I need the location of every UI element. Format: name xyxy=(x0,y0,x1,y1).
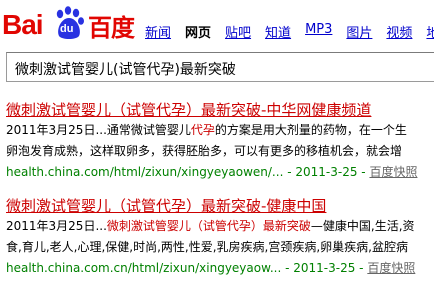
snippet-text: 2011年3月25日... xyxy=(6,219,107,233)
separator: - xyxy=(281,261,294,275)
nav-item-zhidao[interactable]: 知道 xyxy=(265,22,291,41)
result-title-highlight: 微刺激试管婴儿（试管代孕）最新突破 xyxy=(6,101,262,119)
search-input[interactable]: 微刺激试管婴儿(试管代孕)最新突破 xyxy=(6,52,434,82)
search-result: 微刺激试管婴儿（试管代孕）最新突破-中华网健康频道 2011年3月25日...通… xyxy=(6,100,434,183)
nav-item-web[interactable]: 网页 xyxy=(185,22,211,41)
logo-text-cn: 百度 xyxy=(88,14,135,42)
nav-item-map[interactable]: 地 xyxy=(426,22,434,41)
search-input-value: 微刺激试管婴儿(试管代孕)最新突破 xyxy=(15,62,236,78)
baidu-logo[interactable]: Bai du 百度 xyxy=(2,6,135,42)
result-url-line: health.china.com/html/zixun/xingyeyaowen… xyxy=(6,162,434,183)
separator: - xyxy=(283,165,296,179)
nav-item-video[interactable]: 视频 xyxy=(386,22,412,41)
top-nav: 新闻 网页 贴吧 知道 MP3 图片 视频 地 xyxy=(145,22,434,41)
separator: - xyxy=(355,261,368,275)
result-title-highlight: 微刺激试管婴儿（试管代孕）最新突破 xyxy=(6,197,262,215)
result-url-line: health.china.com.cn/html/zixun/xingyeyao… xyxy=(6,258,434,279)
search-result: 微刺激试管婴儿（试管代孕）最新突破-健康中国 2011年3月25日...微刺激试… xyxy=(6,196,434,279)
cache-link[interactable]: 百度快照 xyxy=(367,261,415,275)
result-title-link[interactable]: 微刺激试管婴儿（试管代孕）最新突破-中华网健康频道 xyxy=(6,100,434,120)
cache-link[interactable]: 百度快照 xyxy=(369,165,417,179)
result-snippet-line: 卵泡发育成熟，这样取卵多，获得胚胎多，可以有更多的移植机会，就会增 xyxy=(6,144,403,158)
nav-item-images[interactable]: 图片 xyxy=(346,22,372,41)
nav-item-tieba[interactable]: 贴吧 xyxy=(225,22,251,41)
snippet-text: —健康中国,生活,资 xyxy=(310,219,415,233)
logo-text-du: du xyxy=(60,23,74,35)
snippet-text: 的方案是用大剂量的药物，在一个生 xyxy=(214,123,407,137)
result-date: 2011-3-25 xyxy=(295,165,358,179)
result-snippet-line: 2011年3月25日...通常微试管婴儿代孕的方案是用大剂量的药物，在一个生 xyxy=(6,120,434,141)
nav-item-mp3[interactable]: MP3 xyxy=(305,22,332,41)
logo-text-bai: Bai xyxy=(2,9,44,40)
nav-item-news[interactable]: 新闻 xyxy=(145,22,171,41)
result-url: health.china.com.cn/html/zixun/xingyeyao… xyxy=(6,261,282,275)
result-url: health.china.com/html/zixun/xingyeyaowen… xyxy=(6,165,284,179)
result-date: 2011-3-25 xyxy=(293,261,356,275)
result-title-site: -健康中国 xyxy=(261,197,327,215)
snippet-highlight: 代孕 xyxy=(190,123,215,137)
separator: - xyxy=(357,165,370,179)
result-title-site: -中华网健康频道 xyxy=(261,101,372,119)
result-snippet-line: 食,育儿,老人,心理,保健,时尚,两性,性爱,乳房疾病,宫颈疾病,卵巢疾病,盆腔… xyxy=(6,240,408,254)
result-snippet-line: 2011年3月25日...微刺激试管婴儿（试管代孕）最新突破—健康中国,生活,资 xyxy=(6,216,434,237)
result-title-link[interactable]: 微刺激试管婴儿（试管代孕）最新突破-健康中国 xyxy=(6,196,434,216)
snippet-text: 2011年3月25日...通常微试管婴儿 xyxy=(6,123,191,137)
snippet-highlight: 微刺激试管婴儿（试管代孕）最新突破 xyxy=(106,219,311,233)
